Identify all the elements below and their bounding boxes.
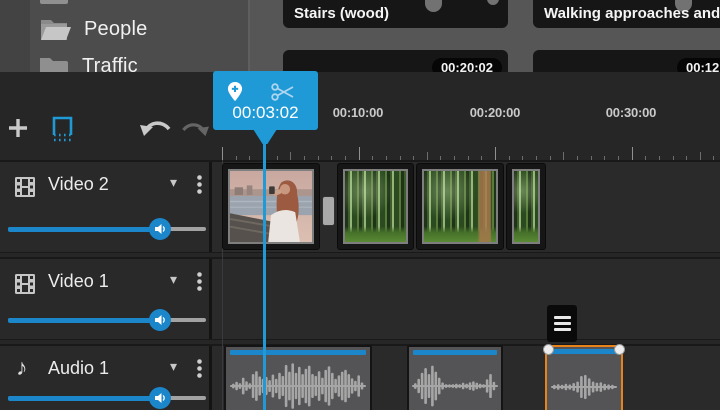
ruler-label: 00:20:00 xyxy=(470,105,520,120)
plus-icon xyxy=(7,117,29,139)
clip-transition-handle[interactable] xyxy=(322,196,335,226)
slider-fill xyxy=(8,396,154,401)
chevron-down-icon[interactable]: ▾ xyxy=(170,174,177,191)
playhead-flag[interactable]: 00:03:02 xyxy=(213,71,318,130)
hamburger-icon xyxy=(554,322,571,325)
folder-icon xyxy=(38,0,70,5)
playhead-line[interactable] xyxy=(263,138,266,410)
slider-fill xyxy=(8,227,154,232)
timeline-panel: 00:10:00 00:20:00 00:30:00 Video 2 ▾ xyxy=(0,72,720,410)
clip-thumbnail xyxy=(512,169,540,244)
waveform xyxy=(229,360,367,410)
hamburger-icon xyxy=(554,328,571,331)
clip-top-bar xyxy=(230,350,366,355)
track-header-video1: Video 1 ▾ xyxy=(0,259,212,339)
folder-open-icon xyxy=(38,15,72,43)
track-menu-icon[interactable] xyxy=(197,272,202,291)
media-card-title: Walking approaches and sto xyxy=(544,5,720,22)
track-label: Video 2 xyxy=(48,174,109,195)
video-clip-forest[interactable] xyxy=(506,163,546,250)
folder-item-people[interactable]: People xyxy=(38,13,147,45)
film-strip-icon xyxy=(13,272,37,296)
media-folders-panel: People Traffic xyxy=(0,0,248,72)
snap-square-icon xyxy=(50,114,78,142)
trim-handle-left[interactable] xyxy=(543,344,554,355)
media-clips-panel: Stairs (wood) Walking approaches and sto… xyxy=(250,0,720,72)
clip-top-bar xyxy=(550,349,618,354)
track-label: Video 1 xyxy=(48,271,109,292)
volume-slider[interactable] xyxy=(8,387,206,409)
speaker-icon xyxy=(154,392,166,404)
music-note-icon: ♪ xyxy=(16,354,28,381)
media-card-title: Stairs (wood) xyxy=(294,5,389,22)
film-strip-icon xyxy=(13,175,37,199)
playhead-timecode: 00:03:02 xyxy=(213,103,318,123)
undo-arrow-icon xyxy=(140,118,174,140)
track-header-video2: Video 2 ▾ xyxy=(0,162,212,252)
folder-item-traffic[interactable]: Traffic xyxy=(38,50,138,72)
undo-button[interactable] xyxy=(138,116,176,142)
scissors-icon xyxy=(271,81,295,103)
ruler-label: 00:30:00 xyxy=(606,105,656,120)
slider-fill xyxy=(8,318,154,323)
marker-pin-icon xyxy=(225,80,245,104)
waveform-blob xyxy=(487,0,499,5)
waveform xyxy=(411,360,499,410)
video-clip-woman[interactable] xyxy=(222,163,320,250)
add-marker-button[interactable] xyxy=(223,79,247,105)
track-menu-icon[interactable] xyxy=(197,359,202,378)
slider-thumb[interactable] xyxy=(149,387,171,409)
folder-icon xyxy=(38,53,70,72)
hamburger-icon xyxy=(554,316,571,319)
redo-arrow-icon xyxy=(179,120,209,140)
folder-item-partial[interactable] xyxy=(38,0,70,8)
media-card-walking[interactable]: Walking approaches and sto xyxy=(533,0,720,28)
slider-thumb[interactable] xyxy=(149,309,171,331)
video-editor-app: People Traffic Stairs (wood) Walking app… xyxy=(0,0,720,410)
folder-label: People xyxy=(84,18,147,41)
clip-thumbnail xyxy=(422,169,498,244)
clip-thumbnail xyxy=(343,169,408,244)
clip-options-menu-button[interactable] xyxy=(547,305,577,342)
snap-to-canvas-button[interactable] xyxy=(48,112,80,144)
track-label: Audio 1 xyxy=(48,358,109,379)
track-row-video1: Video 1 ▾ xyxy=(0,257,720,340)
audio-clip-1[interactable] xyxy=(224,345,372,410)
split-button[interactable] xyxy=(270,80,296,104)
add-track-button[interactable] xyxy=(4,114,32,142)
speaker-icon xyxy=(154,223,166,235)
video-clip-forest[interactable] xyxy=(416,163,504,250)
chevron-down-icon[interactable]: ▾ xyxy=(170,271,177,288)
track-menu-icon[interactable] xyxy=(197,175,202,194)
woman-thumbnail-art xyxy=(230,171,312,242)
ruler-label: 00:10:00 xyxy=(333,105,383,120)
audio-clip-3-selected[interactable] xyxy=(545,345,623,410)
waveform-blob xyxy=(425,0,442,12)
speaker-icon xyxy=(154,314,166,326)
chevron-down-icon[interactable]: ▾ xyxy=(170,358,177,375)
clip-thumbnail xyxy=(228,169,314,244)
media-bin: People Traffic Stairs (wood) Walking app… xyxy=(0,0,720,72)
audio-clip-2[interactable] xyxy=(407,345,503,410)
video-clip-forest[interactable] xyxy=(337,163,414,250)
waveform xyxy=(550,363,618,410)
media-card-stairs[interactable]: Stairs (wood) xyxy=(283,0,508,28)
playhead-pointer[interactable] xyxy=(253,129,277,144)
volume-slider[interactable] xyxy=(8,309,206,331)
folder-label: Traffic xyxy=(82,55,138,73)
volume-slider[interactable] xyxy=(8,218,206,240)
slider-thumb[interactable] xyxy=(149,218,171,240)
clip-top-bar xyxy=(413,350,497,355)
trim-handle-right[interactable] xyxy=(614,344,625,355)
folder-indent-strip xyxy=(0,0,30,72)
redo-button[interactable] xyxy=(177,118,211,142)
track-header-audio1: ♪ Audio 1 ▾ xyxy=(0,346,212,410)
